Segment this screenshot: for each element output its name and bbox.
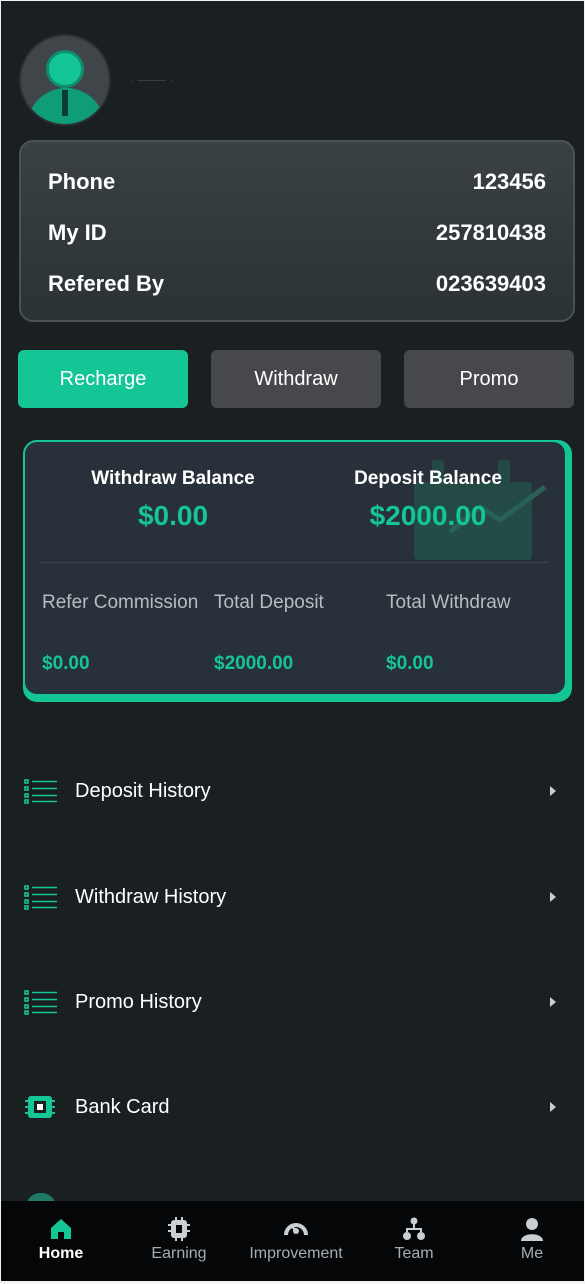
total-deposit-label: Total Deposit — [214, 592, 324, 613]
total-withdraw-label: Total Withdraw — [386, 592, 511, 613]
username: · —— · — [129, 71, 175, 87]
refer-commission-value: $0.00 — [42, 653, 90, 674]
deposit-balance-title: Deposit Balance — [354, 468, 502, 489]
home-icon — [51, 1219, 71, 1239]
nav-item-team[interactable]: Team — [356, 1201, 472, 1281]
deposit-balance: Deposit Balance $2000.00 — [328, 468, 528, 532]
menu-item-withdraw-history[interactable]: Withdraw History — [1, 867, 584, 927]
promo-button[interactable]: Promo — [404, 350, 574, 408]
recharge-button[interactable]: Recharge — [18, 350, 188, 408]
info-row-my-id: My ID 257810438 — [48, 218, 546, 248]
avatar[interactable] — [19, 34, 111, 126]
bottom-nav: Home Earning Improvement Team Me — [1, 1201, 584, 1281]
refer-commission-label: Refer Commission — [42, 592, 199, 613]
chip-icon — [168, 1217, 190, 1241]
team-icon — [403, 1217, 425, 1240]
deposit-balance-value: $2000.00 — [369, 500, 487, 531]
chip-icon — [25, 1096, 55, 1118]
menu-item-bank-card[interactable]: Bank Card — [1, 1077, 584, 1137]
gauge-icon — [284, 1223, 308, 1236]
nav-item-earning[interactable]: Earning — [121, 1201, 237, 1281]
referred-by-label: Refered By — [48, 271, 165, 296]
phone-label: Phone — [48, 169, 116, 194]
nav-label: Team — [394, 1245, 434, 1262]
chevron-right-icon — [550, 997, 556, 1007]
info-row-phone: Phone 123456 — [48, 167, 546, 197]
balance-card-border: Withdraw Balance $0.00 Deposit Balance $… — [23, 440, 572, 702]
nav-label: Earning — [151, 1245, 207, 1262]
my-id-label: My ID — [48, 220, 107, 245]
chevron-right-icon — [550, 892, 556, 902]
nav-item-improvement[interactable]: Improvement — [238, 1201, 354, 1281]
withdraw-balance-value: $0.00 — [137, 500, 209, 531]
total-deposit-value: $2000.00 — [214, 653, 294, 674]
withdraw-button[interactable]: Withdraw — [211, 350, 381, 408]
nav-label: Home — [38, 1245, 84, 1262]
nav-item-home[interactable]: Home — [3, 1201, 119, 1281]
nav-label: Me — [520, 1245, 544, 1262]
withdraw-balance: Withdraw Balance $0.00 — [73, 468, 273, 532]
withdraw-balance-title: Withdraw Balance — [91, 468, 255, 489]
menu-item-deposit-history[interactable]: Deposit History — [1, 761, 584, 821]
nav-item-me[interactable]: Me — [474, 1201, 584, 1281]
chevron-right-icon — [550, 786, 556, 796]
list-icon — [24, 779, 57, 804]
menu-item-promo-history[interactable]: Promo History — [1, 972, 584, 1032]
chevron-right-icon — [550, 1102, 556, 1112]
menu-label: Bank Card — [75, 1095, 170, 1118]
phone-value: 123456 — [472, 169, 546, 194]
menu-label: Deposit History — [75, 779, 211, 802]
info-row-referred-by: Refered By 023639403 — [48, 269, 546, 299]
balance-divider — [41, 562, 549, 563]
nav-label: Improvement — [249, 1245, 343, 1262]
my-id-value: 257810438 — [435, 220, 546, 245]
referred-by-value: 023639403 — [435, 271, 546, 296]
balance-card: Withdraw Balance $0.00 Deposit Balance $… — [25, 442, 565, 694]
profile-screen: · —— · Phone 123456 My ID 257810438 Refe… — [1, 1, 584, 1281]
user-icon — [521, 1218, 543, 1241]
list-icon — [24, 990, 57, 1015]
menu-label: Withdraw History — [75, 885, 227, 908]
list-icon — [24, 885, 57, 910]
total-withdraw-value: $0.00 — [386, 653, 434, 674]
account-info-card: Phone 123456 My ID 257810438 Refered By … — [19, 140, 575, 322]
menu-label: Promo History — [75, 990, 202, 1013]
